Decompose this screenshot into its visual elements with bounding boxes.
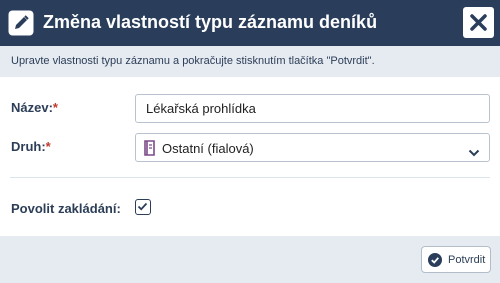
check-circle-icon: [428, 253, 442, 272]
intro-bar: Upravte vlastnosti typu záznamu a pokrač…: [0, 46, 500, 77]
confirm-button[interactable]: Potvrdit: [421, 246, 491, 273]
allow-label: Povolit zakládání:: [11, 201, 121, 216]
kind-label: Druh:*: [11, 139, 51, 154]
kind-select[interactable]: Ostatní (fialová): [135, 133, 490, 162]
close-icon: [463, 14, 494, 42]
name-label-text: Název:: [11, 100, 53, 115]
edit-icon: [8, 10, 34, 36]
divider: [10, 177, 490, 178]
confirm-label: Potvrdit: [448, 254, 486, 266]
intro-text: Upravte vlastnosti typu záznamu a pokrač…: [11, 55, 375, 67]
book-icon: [143, 140, 156, 161]
dialog-header: Změna vlastností typu záznamu deníků: [0, 0, 500, 46]
kind-label-text: Druh:: [11, 139, 46, 154]
required-mark: *: [45, 139, 51, 154]
allow-checkbox[interactable]: [135, 199, 151, 215]
name-input[interactable]: [135, 94, 490, 123]
chevron-down-icon: [468, 144, 480, 162]
dialog-title: Změna vlastností typu záznamu deníků: [43, 12, 378, 32]
name-label: Název:*: [11, 100, 58, 115]
required-mark: *: [52, 100, 58, 115]
close-button[interactable]: [463, 7, 494, 38]
dialog: Změna vlastností typu záznamu deníků Upr…: [0, 0, 500, 283]
kind-select-value: Ostatní (fialová): [162, 141, 254, 156]
